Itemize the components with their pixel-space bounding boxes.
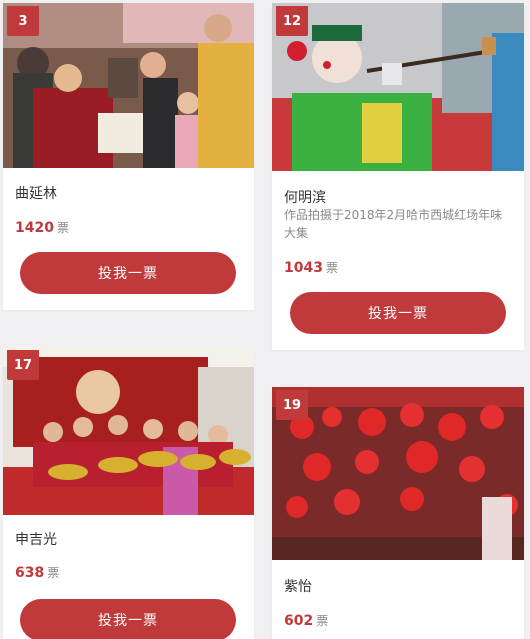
vote-unit: 票: [56, 221, 69, 235]
author-name: 曲延林: [15, 186, 57, 202]
vote-count-number: 1043: [284, 260, 323, 276]
vote-button[interactable]: 投我一票: [20, 252, 236, 294]
rank-badge: 3: [7, 6, 39, 36]
photo-card: 12 何明滨 作品拍摄于2018年2月哈市西城红场年味大集 1043 票 投我一票: [272, 3, 524, 350]
rank-badge: 12: [276, 6, 308, 36]
card-photo[interactable]: [272, 387, 524, 560]
author-name: 何明滨: [284, 190, 326, 206]
card-photo[interactable]: [3, 3, 254, 168]
vote-count-number: 638: [15, 565, 45, 581]
vote-count-number: 602: [284, 613, 314, 629]
rank-badge: 19: [276, 390, 308, 420]
vote-unit: 票: [325, 261, 338, 275]
vote-count: 1420 票: [15, 219, 69, 236]
card-photo[interactable]: [272, 3, 524, 171]
vote-count-number: 1420: [15, 220, 54, 236]
photo-card: 17 申吉光 638 票 投我一票: [3, 347, 254, 639]
photo-description: 作品拍摄于2018年2月哈市西城红场年味大集: [284, 208, 503, 240]
photo-card: 3 曲延林 1420 票 投我一票: [3, 3, 254, 310]
card-photo[interactable]: [3, 347, 254, 515]
photo-card: 19 紫怡 602 票: [272, 387, 524, 639]
vote-button[interactable]: 投我一票: [20, 599, 236, 639]
vote-button[interactable]: 投我一票: [290, 292, 506, 334]
rank-badge: 17: [7, 350, 39, 380]
vote-count: 638 票: [15, 564, 59, 581]
vote-count: 1043 票: [284, 259, 338, 276]
author-name: 申吉光: [15, 532, 57, 548]
vote-count: 602 票: [284, 612, 328, 629]
vote-unit: 票: [47, 566, 60, 580]
vote-unit: 票: [316, 614, 329, 628]
author-name: 紫怡: [284, 579, 312, 595]
